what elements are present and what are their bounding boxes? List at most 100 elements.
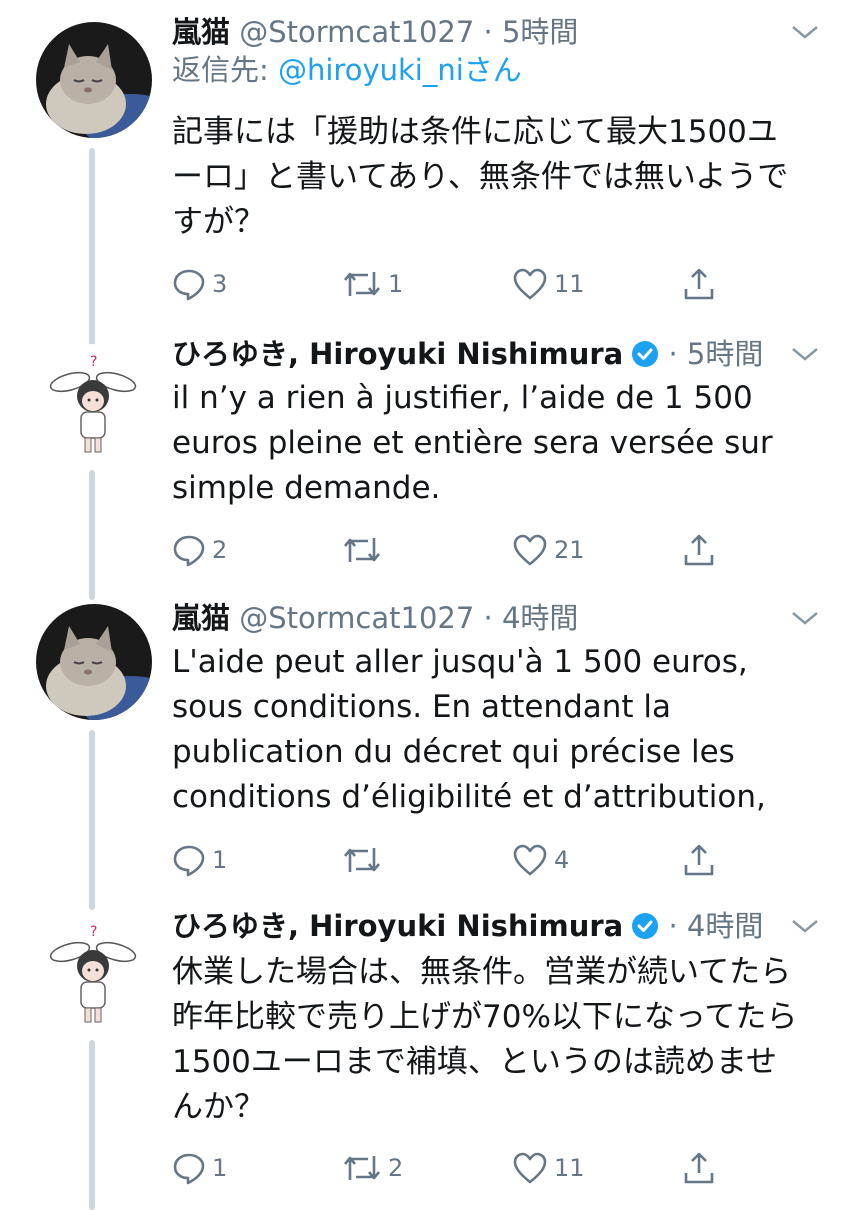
verified-badge-icon (631, 910, 659, 950)
reply-to-prefix: 返信先: (172, 53, 278, 87)
chevron-down-icon[interactable] (790, 344, 820, 368)
share-button[interactable] (682, 530, 716, 570)
display-name[interactable]: ひろゆき, Hiroyuki Nishimura (172, 909, 623, 943)
timestamp[interactable]: 5時間 (687, 337, 763, 371)
tweet-text: 休業した場合は、無条件。営業が続いてたら 昨年比較で売り上げが70%以下になって… (172, 950, 812, 1130)
tweet-text-line: んか？ (172, 1089, 265, 1125)
reply-button[interactable]: 2 (172, 530, 227, 570)
timestamp[interactable]: 4時間 (502, 601, 578, 635)
like-count: 11 (554, 1154, 585, 1182)
retweet-button[interactable] (342, 840, 388, 880)
thread-line (89, 1040, 95, 1210)
retweet-button[interactable] (342, 530, 388, 570)
retweet-button[interactable]: 1 (342, 264, 403, 304)
share-button[interactable] (682, 264, 716, 304)
action-bar: 1 4 (172, 840, 732, 880)
tweet-text: 記事には「援助は条件に応じて最大1500ユ ーロ」と書いてあり、無条件では無いよ… (172, 110, 812, 245)
tweet-text: il n’y a rien à justifier, l’aide de 1 5… (172, 376, 812, 511)
share-button[interactable] (682, 1148, 716, 1188)
thread-line (89, 470, 95, 600)
tweet-text-line: ーロ」と書いてあり、無条件では無いようで (172, 159, 789, 195)
reply-count: 3 (212, 270, 228, 298)
tweet[interactable]: ? ひろゆき, Hiroyuki Nishimura · 5時間 il n’y … (0, 334, 850, 600)
like-button[interactable]: 11 (512, 264, 585, 304)
share-icon (684, 268, 714, 300)
reply-count: 2 (212, 536, 228, 564)
like-icon (513, 268, 547, 300)
tweet-text-line: 昨年比較で売り上げが70%以下になってたら (172, 999, 798, 1035)
retweet-icon (344, 1156, 380, 1180)
tweet-header: 嵐猫 @Stormcat1027 · 5時間 (172, 12, 578, 52)
action-bar: 3 1 11 (172, 264, 732, 304)
svg-text:?: ? (90, 924, 97, 940)
share-icon (684, 534, 714, 566)
tweet[interactable]: ? ひろゆき, Hiroyuki Nishimura · 4時間 休業した場合は… (0, 906, 850, 1210)
reply-button[interactable]: 1 (172, 1148, 227, 1188)
reply-button[interactable]: 3 (172, 264, 227, 304)
tweet-header: 嵐猫 @Stormcat1027 · 4時間 (172, 598, 578, 638)
tweet-text: L'aide peut aller jusqu'à 1 500 euros, s… (172, 640, 812, 820)
reply-icon (173, 1153, 205, 1185)
separator: · (483, 15, 493, 49)
handle[interactable]: @Stormcat1027 (239, 601, 474, 635)
reply-icon (173, 535, 205, 567)
like-count: 4 (554, 846, 570, 874)
tweet[interactable]: 嵐猫 @Stormcat1027 · 5時間 返信先: @hiroyuki_ni… (0, 12, 850, 348)
share-icon (684, 1152, 714, 1184)
reply-to-link[interactable]: @hiroyuki_ni (278, 53, 464, 87)
cat-avatar[interactable] (36, 22, 152, 138)
like-button[interactable]: 21 (512, 530, 585, 570)
tweet-text-line: publication du décret qui précise les (172, 734, 735, 770)
like-count: 11 (554, 270, 585, 298)
chevron-down-icon[interactable] (790, 916, 820, 940)
bunny-avatar[interactable]: ? (36, 914, 152, 1030)
bunny-avatar[interactable]: ? (36, 344, 152, 460)
retweet-icon (344, 848, 380, 872)
retweet-count: 1 (388, 270, 404, 298)
thread-line (89, 148, 95, 348)
like-icon (513, 844, 547, 876)
tweet-header: ひろゆき, Hiroyuki Nishimura · 4時間 (172, 906, 763, 946)
retweet-button[interactable]: 2 (342, 1148, 403, 1188)
action-bar: 2 21 (172, 530, 732, 570)
like-icon (513, 534, 547, 566)
reply-icon (173, 845, 205, 877)
like-button[interactable]: 11 (512, 1148, 585, 1188)
tweet-text-line: simple demande. (172, 470, 441, 506)
tweet-text-line: il n’y a rien à justifier, l’aide de 1 5… (172, 380, 753, 416)
chevron-down-icon[interactable] (790, 608, 820, 632)
retweet-icon (344, 538, 380, 562)
separator: · (668, 909, 678, 943)
tweet-header: ひろゆき, Hiroyuki Nishimura · 5時間 (172, 334, 763, 374)
reply-count: 1 (212, 1154, 228, 1182)
share-button[interactable] (682, 840, 716, 880)
timestamp[interactable]: 5時間 (502, 15, 578, 49)
retweet-icon (344, 272, 380, 296)
tweet-text-line: L'aide peut aller jusqu'à 1 500 euros, (172, 644, 748, 680)
handle[interactable]: @Stormcat1027 (239, 15, 474, 49)
cat-avatar[interactable] (36, 604, 152, 720)
separator: · (668, 337, 678, 371)
thread-line (89, 730, 95, 910)
svg-text:?: ? (90, 354, 97, 370)
reply-icon (173, 269, 205, 301)
tweet-text-line: conditions d’éligibilité et d’attributio… (172, 779, 766, 815)
tweet-text-line: 記事には「援助は条件に応じて最大1500ユ (172, 114, 778, 150)
like-icon (513, 1152, 547, 1184)
timestamp[interactable]: 4時間 (687, 909, 763, 943)
display-name[interactable]: 嵐猫 (172, 601, 230, 635)
like-button[interactable]: 4 (512, 840, 569, 880)
reply-to-suffix: さん (463, 53, 522, 87)
chevron-down-icon[interactable] (790, 22, 820, 46)
display-name[interactable]: 嵐猫 (172, 15, 230, 49)
tweet-text-line: 1500ユーロまで補填、というのは読めませ (172, 1044, 777, 1080)
tweet[interactable]: 嵐猫 @Stormcat1027 · 4時間 L'aide peut aller… (0, 598, 850, 910)
reply-button[interactable]: 1 (172, 840, 227, 880)
separator: · (483, 601, 493, 635)
verified-badge-icon (631, 338, 659, 378)
share-icon (684, 844, 714, 876)
display-name[interactable]: ひろゆき, Hiroyuki Nishimura (172, 337, 623, 371)
retweet-count: 2 (388, 1154, 404, 1182)
reply-to: 返信先: @hiroyuki_niさん (172, 50, 522, 90)
action-bar: 1 2 11 (172, 1148, 732, 1188)
